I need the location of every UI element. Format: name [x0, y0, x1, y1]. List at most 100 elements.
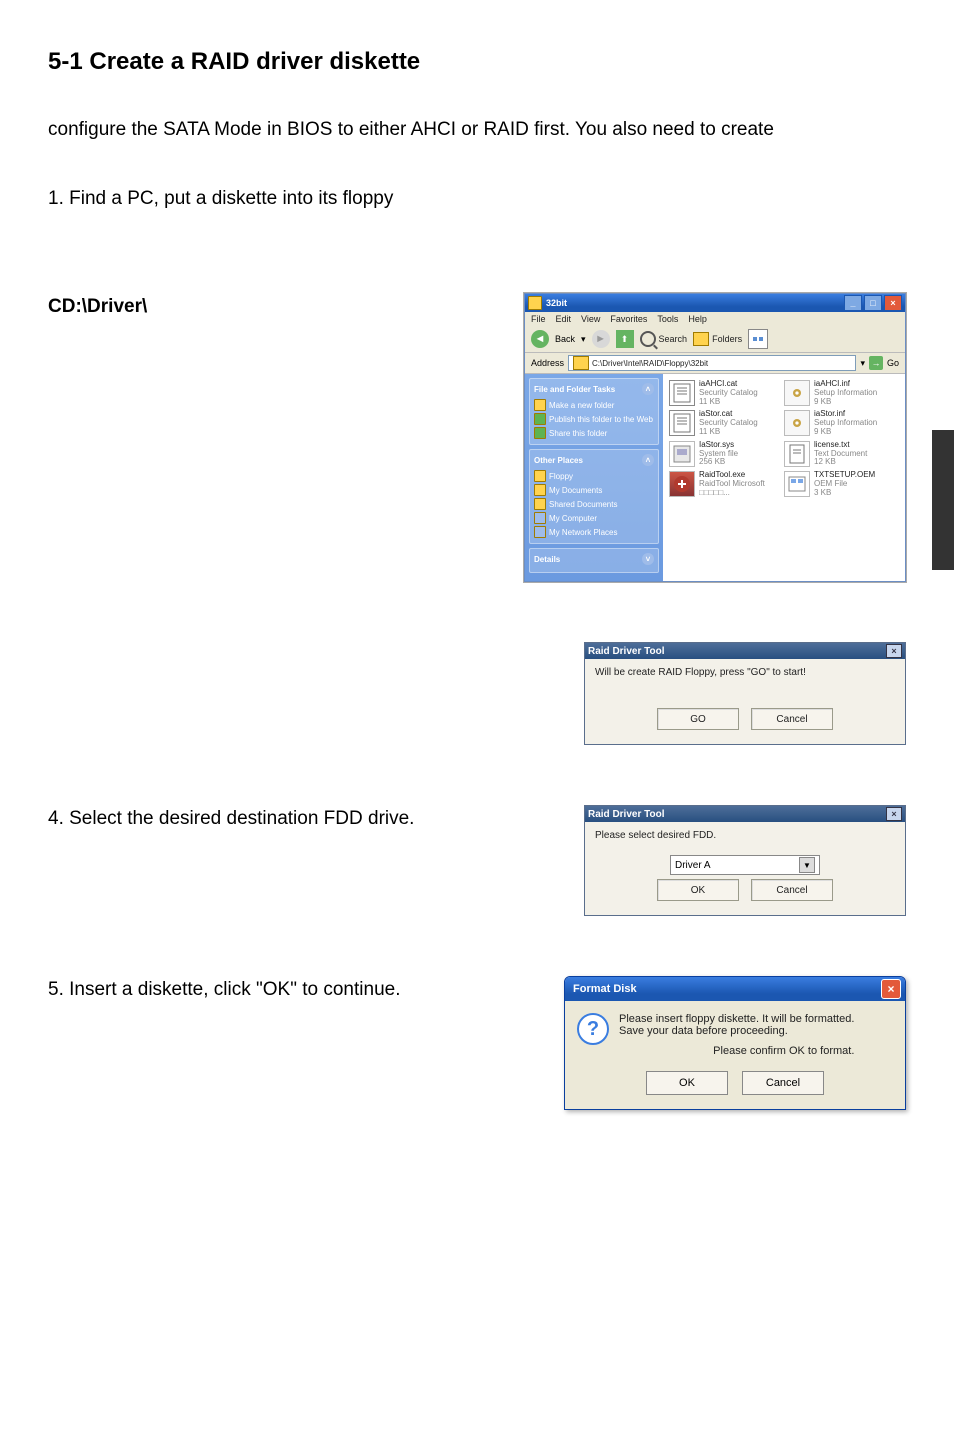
back-label: Back [555, 334, 575, 344]
menu-tools[interactable]: Tools [657, 314, 678, 324]
section-heading: 5-1 Create a RAID driver diskette [48, 48, 906, 76]
file-item[interactable]: license.txtText Document12 KB [784, 441, 889, 467]
address-label: Address [531, 358, 564, 368]
publish-icon [534, 413, 546, 425]
go-button[interactable]: → [869, 356, 883, 370]
dialog-title: Format Disk [573, 983, 637, 995]
file-size: 12 KB [814, 458, 867, 467]
side-place-item[interactable]: Floppy [534, 469, 654, 483]
dialog-message: Will be create RAID Floppy, press "GO" t… [595, 667, 895, 678]
file-item[interactable]: TXTSETUP.OEMOEM File3 KB [784, 471, 889, 497]
explorer-window: 32bit _ □ × File Edit View Favorites Too… [524, 293, 906, 582]
file-size: 256 KB [699, 458, 738, 467]
close-button[interactable]: × [884, 295, 902, 311]
menu-edit[interactable]: Edit [556, 314, 572, 324]
views-button[interactable] [748, 329, 768, 349]
inf-icon [784, 380, 810, 406]
folder-icon [693, 332, 709, 346]
side-places-header: Other Places [534, 456, 583, 465]
explorer-menu-bar: File Edit View Favorites Tools Help [525, 312, 905, 326]
search-icon [640, 331, 656, 347]
file-size: 9 KB [814, 398, 877, 407]
side-place-item[interactable]: My Documents [534, 483, 654, 497]
share-icon [534, 427, 546, 439]
file-item[interactable]: IaStor.sysSystem file256 KB [669, 441, 774, 467]
computer-icon [534, 512, 546, 524]
fdd-dropdown[interactable]: Driver A ▼ [670, 855, 820, 875]
forward-button[interactable]: ► [592, 330, 610, 348]
side-place-item[interactable]: My Network Places [534, 525, 654, 539]
folders-button[interactable]: Folders [693, 332, 742, 346]
chevron-down-icon[interactable]: ˅ [642, 553, 654, 565]
address-field[interactable]: C:\Driver\Intel\RAID\Floppy\32bit [568, 355, 856, 371]
side-place-item[interactable]: Shared Documents [534, 497, 654, 511]
file-item[interactable]: iaAHCI.catSecurity Catalog11 KB [669, 380, 774, 406]
file-item[interactable]: RaidTool.exeRaidTool Microsoft □□□□□... [669, 471, 774, 497]
folder-icon [534, 498, 546, 510]
file-item[interactable]: iaAHCI.infSetup Information9 KB [784, 380, 889, 406]
back-button[interactable]: ◄ [531, 330, 549, 348]
go-button[interactable]: GO [657, 708, 739, 730]
dialog-message-line2: Please confirm OK to format. [619, 1045, 854, 1057]
ok-button[interactable]: OK [646, 1071, 728, 1095]
search-button[interactable]: Search [640, 331, 688, 347]
dialog-title: Raid Driver Tool [588, 809, 665, 820]
file-size: 11 KB [699, 428, 758, 437]
chevron-down-icon: ▼ [799, 857, 815, 873]
menu-favorites[interactable]: Favorites [610, 314, 647, 324]
up-button[interactable]: ⬆ [616, 330, 634, 348]
side-place-item[interactable]: My Computer [534, 511, 654, 525]
dialog-title: Raid Driver Tool [588, 646, 665, 657]
folder-icon [534, 399, 546, 411]
chevron-up-icon[interactable]: ˄ [642, 383, 654, 395]
go-label: Go [887, 358, 899, 368]
folder-icon [573, 356, 589, 370]
oem-file-icon [784, 471, 810, 497]
file-size: 9 KB [814, 428, 877, 437]
file-size: 3 KB [814, 489, 875, 498]
close-button[interactable]: × [886, 644, 902, 658]
minimize-button[interactable]: _ [844, 295, 862, 311]
file-item[interactable]: iaStor.catSecurity Catalog11 KB [669, 410, 774, 436]
step-1-text: 1. Find a PC, put a diskette into its fl… [48, 185, 906, 214]
explorer-title: 32bit [546, 298, 567, 308]
cancel-button[interactable]: Cancel [751, 879, 833, 901]
text-file-icon [784, 441, 810, 467]
format-disk-dialog: Format Disk × ? Please insert floppy dis… [564, 976, 906, 1110]
cancel-button[interactable]: Cancel [751, 708, 833, 730]
cancel-button[interactable]: Cancel [742, 1071, 824, 1095]
folder-icon [534, 470, 546, 482]
catalog-icon [669, 380, 695, 406]
dialog-message: Please select desired FDD. [595, 830, 895, 841]
side-task-item[interactable]: Make a new folder [534, 398, 654, 412]
folder-icon [528, 296, 542, 310]
ok-button[interactable]: OK [657, 879, 739, 901]
dropdown-value: Driver A [675, 860, 711, 871]
side-tasks-header: File and Folder Tasks [534, 385, 615, 394]
close-button[interactable]: × [881, 979, 901, 999]
catalog-icon [669, 410, 695, 436]
side-task-item[interactable]: Share this folder [534, 426, 654, 440]
explorer-sidebar: File and Folder Tasks ˄ Make a new folde… [525, 374, 663, 581]
close-button[interactable]: × [886, 807, 902, 821]
file-type: RaidTool Microsoft □□□□□... [699, 480, 774, 498]
step-4-text: 4. Select the desired destination FDD dr… [48, 805, 556, 834]
intro-text: configure the SATA Mode in BIOS to eithe… [48, 116, 906, 145]
raid-tool-go-dialog: Raid Driver Tool × Will be create RAID F… [584, 642, 906, 745]
menu-help[interactable]: Help [688, 314, 707, 324]
step-5-text: 5. Insert a diskette, click "OK" to cont… [48, 976, 536, 1005]
file-item[interactable]: iaStor.infSetup Information9 KB [784, 410, 889, 436]
menu-file[interactable]: File [531, 314, 546, 324]
question-icon: ? [577, 1013, 609, 1045]
raid-tool-fdd-dialog: Raid Driver Tool × Please select desired… [584, 805, 906, 916]
maximize-button[interactable]: □ [864, 295, 882, 311]
chevron-up-icon[interactable]: ˄ [642, 454, 654, 466]
explorer-file-pane: iaAHCI.catSecurity Catalog11 KB iaAHCI.in… [663, 374, 905, 581]
exe-icon [669, 471, 695, 497]
dialog-message-line1: Please insert floppy diskette. It will b… [619, 1013, 854, 1037]
network-icon [534, 526, 546, 538]
menu-view[interactable]: View [581, 314, 600, 324]
sys-file-icon [669, 441, 695, 467]
side-task-item[interactable]: Publish this folder to the Web [534, 412, 654, 426]
file-size: 11 KB [699, 398, 758, 407]
